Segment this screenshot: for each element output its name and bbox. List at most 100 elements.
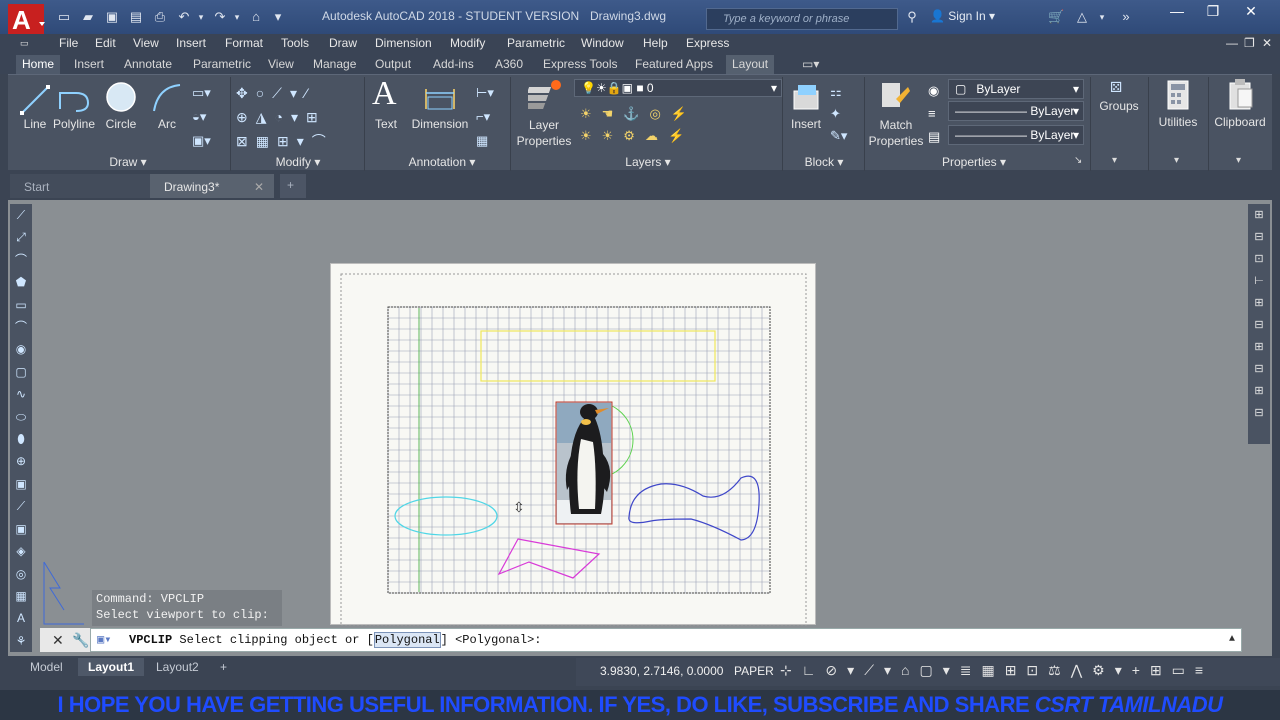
annotation-tools-icon[interactable]: ⊢▾ ⌐▾ ▦	[476, 81, 494, 153]
magenta-polygon[interactable]	[497, 538, 601, 579]
status-toggle-icons[interactable]: ⊹∟⊘▾⟋▾⌂▢▾≣▦⊞⊡⚖⋀⚙▾+⊞▭≡	[780, 662, 1213, 679]
doc-minimize-icon[interactable]: —	[1226, 36, 1238, 50]
layer-tools-icon[interactable]: ☀☚⚓◎⚡ ☀☀⚙☁⚡	[580, 103, 697, 147]
new-tab-button[interactable]: +	[280, 174, 306, 198]
open-file-icon[interactable]: ▰	[80, 10, 96, 24]
text-icon[interactable]: A	[372, 75, 397, 113]
command-prompt-icon[interactable]: ▣▾	[97, 629, 111, 651]
utilities-label[interactable]: Utilities	[1150, 115, 1206, 129]
tab-annotate[interactable]: Annotate	[118, 55, 178, 74]
layers-panel-title[interactable]: Layers ▾	[608, 155, 688, 169]
polyline-icon[interactable]	[56, 83, 92, 117]
menu-parametric[interactable]: Parametric	[507, 36, 565, 50]
tab-layout[interactable]: Layout	[726, 55, 775, 74]
clipboard-icon[interactable]	[1226, 77, 1256, 111]
app-dropdown-icon[interactable]: ▾	[1094, 10, 1110, 24]
block-tools-icon[interactable]: ⚏ ✦ ✎▾	[830, 81, 847, 147]
sign-in-button[interactable]: 👤 Sign In ▾	[930, 9, 995, 23]
ribbon-options-icon[interactable]: ▭▾	[796, 55, 825, 74]
menu-express[interactable]: Express	[686, 36, 729, 50]
menu-icon[interactable]: ▭	[20, 38, 29, 49]
annotation-panel-title[interactable]: Annotation ▾	[392, 155, 492, 169]
menu-modify[interactable]: Modify	[450, 36, 485, 50]
menu-dimension[interactable]: Dimension	[375, 36, 432, 50]
new-file-icon[interactable]: ▭	[56, 10, 72, 24]
modify-panel-title[interactable]: Modify ▾	[258, 155, 338, 169]
tab-layout2[interactable]: Layout2	[146, 658, 209, 676]
tab-insert[interactable]: Insert	[68, 55, 110, 74]
tab-a360[interactable]: A360	[489, 55, 529, 74]
undo-icon[interactable]: ↶	[176, 10, 192, 24]
tab-express-tools[interactable]: Express Tools	[537, 55, 623, 74]
expand-icon[interactable]: »	[1118, 10, 1134, 24]
close-window-button[interactable]: ✕	[1232, 0, 1270, 24]
circle-icon[interactable]	[105, 81, 137, 113]
new-layout-button[interactable]: +	[210, 658, 237, 676]
save-as-icon[interactable]: ▤	[128, 10, 144, 24]
clipboard-dropdown-icon[interactable]: ▾	[1236, 155, 1241, 166]
tab-addins[interactable]: Add-ins	[427, 55, 480, 74]
draw-panel-title[interactable]: Draw ▾	[88, 155, 168, 169]
menu-window[interactable]: Window	[581, 36, 624, 50]
paper-space-toggle[interactable]: PAPER	[734, 664, 774, 678]
block-panel-title[interactable]: Block ▾	[794, 155, 854, 169]
draw-toolbar-icons[interactable]: ⟋ ⤢ ⌒ ⬟ ▭ ⌒ ◉ ▢ ∿ ⬭ ⬮ ⊕ ▣ ⟋ ▣ ◈ ◎ ▦ A ⚘	[10, 204, 32, 652]
tab-layout1[interactable]: Layout1	[78, 658, 145, 676]
calculator-icon[interactable]	[1166, 79, 1192, 111]
layout-sheet[interactable]: ⇳	[330, 263, 817, 627]
properties-panel-title[interactable]: Properties ▾	[924, 155, 1024, 169]
binoculars-icon[interactable]: ⚲	[904, 10, 920, 24]
autocad-logo-icon[interactable]: A	[8, 4, 48, 34]
linetype-dropdown[interactable]: —————— ByLayer ▾	[948, 101, 1084, 121]
menu-tools[interactable]: Tools	[281, 36, 309, 50]
tab-featured-apps[interactable]: Featured Apps	[629, 55, 719, 74]
dimension-icon[interactable]	[422, 83, 458, 113]
insert-block-icon[interactable]	[790, 81, 826, 115]
layer-dropdown[interactable]: 💡☀🔒▣ ■ 0 ▾	[574, 79, 782, 97]
lineweight-dropdown[interactable]: —————— ByLayer ▾	[948, 125, 1084, 145]
yellow-rectangle[interactable]	[480, 330, 716, 382]
close-command-icon[interactable]: ✕	[52, 628, 64, 652]
menu-insert[interactable]: Insert	[176, 36, 206, 50]
autodesk-app-icon[interactable]: △	[1074, 10, 1090, 24]
color-dropdown[interactable]: ▢ ByLayer ▾	[948, 79, 1084, 99]
tab-model[interactable]: Model	[20, 658, 73, 676]
menu-format[interactable]: Format	[225, 36, 263, 50]
blue-spline[interactable]	[628, 475, 760, 541]
doc-close-icon[interactable]: ✕	[1262, 36, 1272, 50]
menu-edit[interactable]: Edit	[95, 36, 116, 50]
cart-icon[interactable]: 🛒	[1048, 10, 1064, 24]
command-option-polygonal[interactable]: Polygonal	[373, 632, 441, 648]
tab-view[interactable]: View	[262, 55, 300, 74]
save-icon[interactable]: ▣	[104, 10, 120, 24]
groups-label[interactable]: Groups	[1094, 99, 1144, 113]
menu-file[interactable]: File	[59, 36, 78, 50]
properties-launcher-icon[interactable]: ↘	[1074, 155, 1082, 166]
command-history-toggle-icon[interactable]: ▲	[1229, 629, 1235, 651]
command-line[interactable]: ▣▾ VPCLIP Select clipping object or [Pol…	[90, 628, 1242, 652]
undo-dropdown-icon[interactable]: ▾	[196, 10, 206, 24]
layout-canvas[interactable]: ⇳	[331, 264, 817, 627]
minimize-button[interactable]: —	[1158, 0, 1196, 24]
tab-parametric[interactable]: Parametric	[187, 55, 257, 74]
layer-properties-icon[interactable]	[528, 79, 562, 113]
tab-manage[interactable]: Manage	[307, 55, 362, 74]
close-tab-icon[interactable]: ✕	[254, 180, 264, 194]
menu-view[interactable]: View	[133, 36, 159, 50]
redo-dropdown-icon[interactable]: ▾	[232, 10, 242, 24]
clipboard-label[interactable]: Clipboard	[1210, 115, 1270, 129]
menu-draw[interactable]: Draw	[329, 36, 357, 50]
quick-access-dropdown-icon[interactable]: ▾	[270, 10, 286, 24]
tab-home[interactable]: Home	[16, 55, 61, 74]
share-icon[interactable]: ⌂	[248, 10, 264, 24]
groups-icon[interactable]: ⚄	[1110, 79, 1122, 96]
maximize-button[interactable]: ❐	[1194, 0, 1232, 24]
penguin-image[interactable]	[555, 401, 613, 525]
plot-icon[interactable]: ⎙	[152, 10, 168, 24]
coordinates-display[interactable]: 3.9830, 2.7146, 0.0000	[600, 664, 723, 678]
redo-icon[interactable]: ↷	[212, 10, 228, 24]
tab-start[interactable]: Start	[10, 174, 150, 198]
groups-dropdown-icon[interactable]: ▾	[1112, 155, 1117, 166]
line-icon[interactable]	[18, 83, 52, 117]
search-input[interactable]: Type a keyword or phrase	[706, 8, 898, 30]
